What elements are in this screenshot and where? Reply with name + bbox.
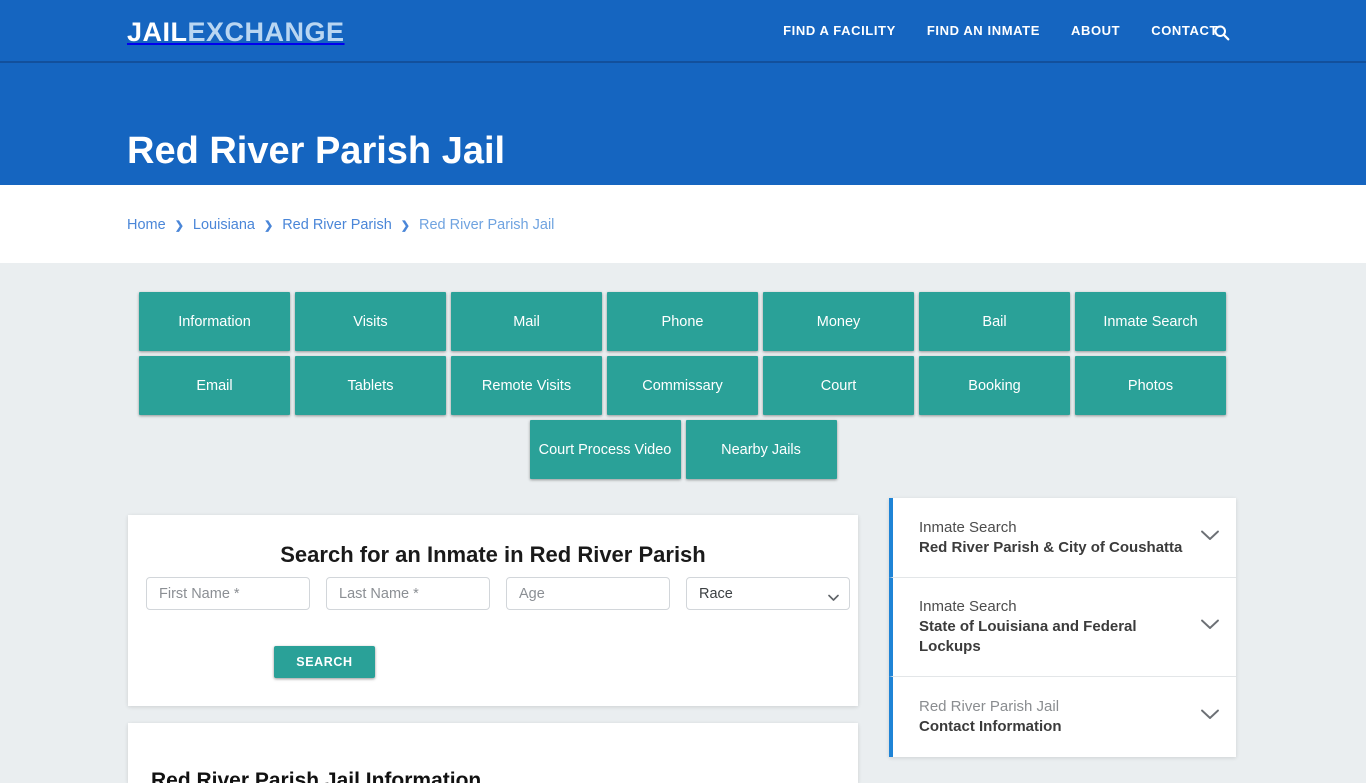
accordion-item-line1: Inmate Search: [919, 518, 1017, 536]
tile-button-information[interactable]: Information: [139, 292, 290, 351]
breadcrumb: Home ❯ Louisiana ❯ Red River Parish ❯ Re…: [127, 216, 554, 234]
page-content-area: Information Visits Mail Phone Money Bail…: [0, 263, 1366, 783]
inmate-search-card: Search for an Inmate in Red River Parish…: [128, 515, 858, 706]
breadcrumb-item-red-river-parish[interactable]: Red River Parish: [282, 216, 392, 234]
tile-button-inmate-search[interactable]: Inmate Search: [1075, 292, 1226, 351]
tile-button-money[interactable]: Money: [763, 292, 914, 351]
top-navigation-bar: JAILEXCHANGE FIND A FACILITY FIND AN INM…: [0, 0, 1366, 63]
chevron-down-icon: [1200, 529, 1220, 547]
tile-button-email[interactable]: Email: [139, 356, 290, 415]
breadcrumb-item-louisiana[interactable]: Louisiana: [193, 216, 255, 234]
tile-button-visits[interactable]: Visits: [295, 292, 446, 351]
logo-text-secondary: EXCHANGE: [187, 17, 345, 47]
nav-link-find-an-inmate[interactable]: FIND AN INMATE: [927, 23, 1040, 38]
accordion-item-line2: Contact Information: [919, 718, 1062, 735]
tile-button-tablets[interactable]: Tablets: [295, 356, 446, 415]
tile-button-commissary[interactable]: Commissary: [607, 356, 758, 415]
accordion-item-inmate-search-state[interactable]: Inmate Search State of Louisiana and Fed…: [889, 578, 1236, 677]
accordion-item-contact-information[interactable]: Red River Parish Jail Contact Informatio…: [889, 677, 1236, 757]
jail-information-card: Red River Parish Jail Information: [128, 723, 858, 783]
race-select-wrapper: Race: [686, 577, 850, 610]
breadcrumb-item-current[interactable]: Red River Parish Jail: [419, 216, 554, 234]
accordion-item-inmate-search-local[interactable]: Inmate Search Red River Parish & City of…: [889, 498, 1236, 578]
tile-button-court-process-video[interactable]: Court Process Video: [529, 420, 681, 479]
tile-button-remote-visits[interactable]: Remote Visits: [451, 356, 602, 415]
first-name-input[interactable]: [146, 577, 310, 610]
chevron-down-icon: [1200, 708, 1220, 726]
tile-row-3: Court Process Video Nearby Jails: [139, 420, 1227, 479]
accordion-item-line2: State of Louisiana and Federal Lockups: [919, 618, 1137, 655]
accordion-item-line1: Inmate Search: [919, 598, 1017, 615]
tile-button-court[interactable]: Court: [763, 356, 914, 415]
last-name-input[interactable]: [326, 577, 490, 610]
tile-button-photos[interactable]: Photos: [1075, 356, 1226, 415]
logo-text-primary: JAIL: [127, 17, 188, 47]
facility-section-tiles: Information Visits Mail Phone Money Bail…: [139, 292, 1227, 484]
age-input[interactable]: [506, 577, 670, 610]
chevron-right-icon: ❯: [400, 220, 411, 232]
nav-link-about[interactable]: ABOUT: [1071, 23, 1120, 38]
tile-row-2: Email Tablets Remote Visits Commissary C…: [139, 356, 1227, 415]
page-hero-banner: Red River Parish Jail: [0, 63, 1366, 185]
page-title: Red River Parish Jail: [127, 130, 506, 173]
search-icon[interactable]: [1210, 21, 1232, 43]
main-nav-links: FIND A FACILITY FIND AN INMATE ABOUT CON…: [783, 23, 1218, 38]
accordion-item-line1: Red River Parish Jail: [919, 698, 1060, 715]
chevron-right-icon: ❯: [263, 220, 274, 232]
tile-button-booking[interactable]: Booking: [919, 356, 1070, 415]
sidebar-accordion: Inmate Search Red River Parish & City of…: [889, 498, 1236, 757]
site-logo[interactable]: JAILEXCHANGE: [127, 18, 345, 46]
chevron-right-icon: ❯: [174, 220, 184, 232]
inmate-search-heading: Search for an Inmate in Red River Parish: [280, 542, 706, 567]
tile-button-mail[interactable]: Mail: [451, 292, 602, 351]
tile-row-1: Information Visits Mail Phone Money Bail…: [139, 292, 1227, 351]
tile-button-nearby-jails[interactable]: Nearby Jails: [685, 420, 837, 479]
tile-button-bail[interactable]: Bail: [919, 292, 1070, 351]
breadcrumb-bar: Home ❯ Louisiana ❯ Red River Parish ❯ Re…: [0, 185, 1366, 263]
chevron-down-icon: [1200, 618, 1220, 636]
inmate-search-form: Race: [146, 577, 850, 610]
nav-link-find-a-facility[interactable]: FIND A FACILITY: [783, 23, 896, 38]
accordion-item-line2: Red River Parish & City of Coushatta: [919, 538, 1183, 556]
race-select[interactable]: Race: [686, 577, 850, 610]
jail-information-heading: Red River Parish Jail Information: [151, 769, 482, 783]
breadcrumb-item-home[interactable]: Home: [127, 216, 166, 234]
search-submit-button[interactable]: SEARCH: [274, 646, 375, 678]
tile-button-phone[interactable]: Phone: [607, 292, 758, 351]
nav-link-contact[interactable]: CONTACT: [1151, 23, 1218, 38]
